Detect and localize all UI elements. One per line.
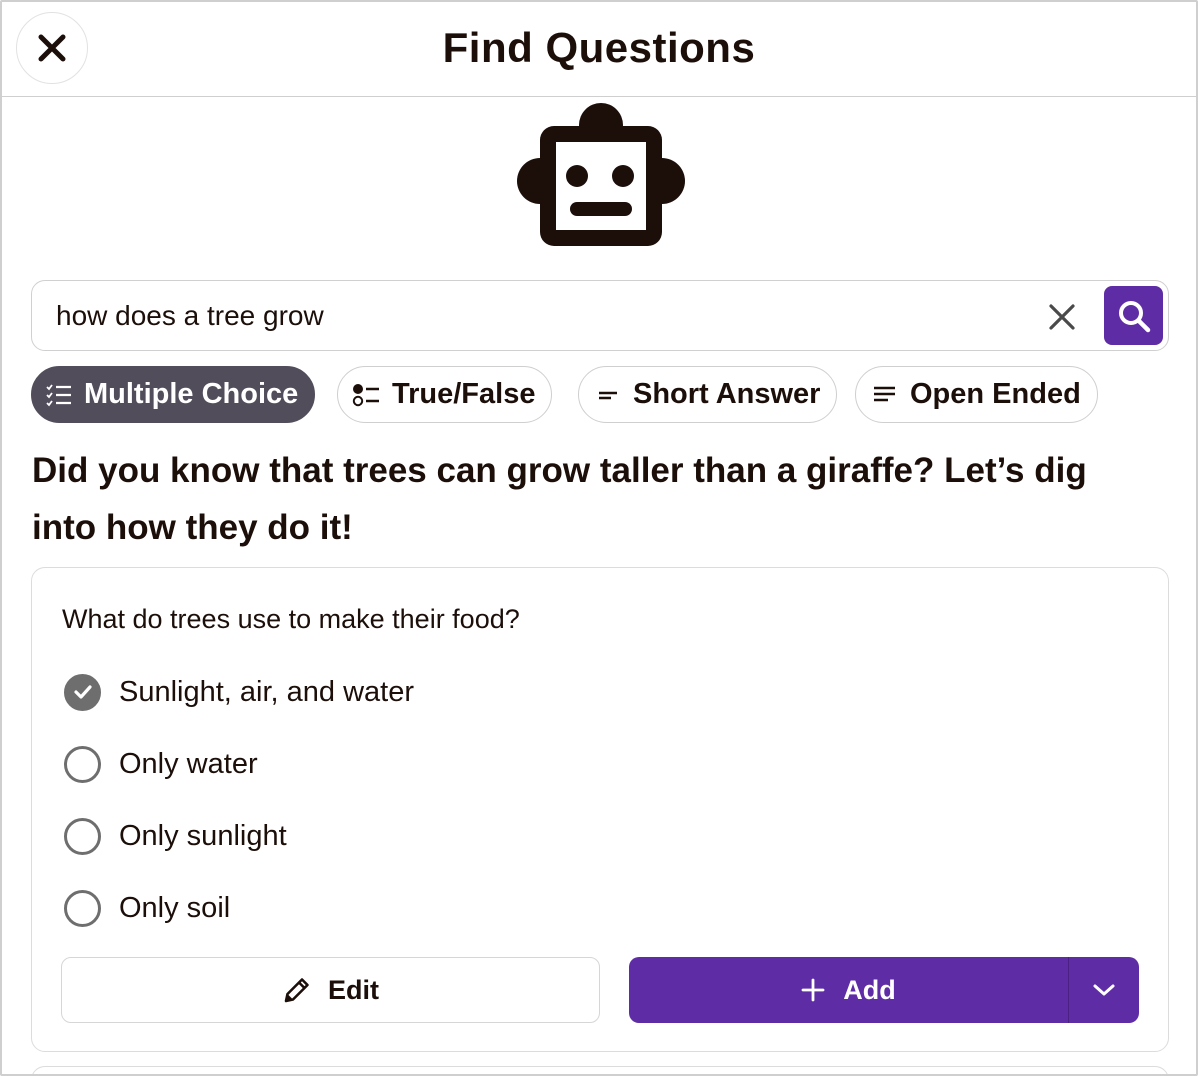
answer-option[interactable]: Only sunlight [64,816,287,856]
check-icon [64,673,101,711]
pencil-icon [284,978,309,1003]
search-bar [31,280,1169,351]
plus-icon [801,978,825,1002]
search-input[interactable] [56,291,1016,341]
edit-button[interactable]: Edit [61,957,600,1023]
radio-icon [64,745,101,783]
intro-text: Did you know that trees can grow taller … [32,451,1087,547]
filter-label: Open Ended [910,378,1081,410]
short-lines-icon [599,391,617,399]
filter-true-false[interactable]: True/False [337,366,553,423]
answer-label: Only soil [119,891,231,924]
filter-multiple-choice[interactable]: Multiple Choice [31,366,316,423]
radio-icon [64,817,101,855]
add-options-dropdown[interactable] [1068,957,1139,1023]
filter-short-answer[interactable]: Short Answer [578,366,838,423]
filter-label: Multiple Choice [84,378,299,410]
clear-search-button[interactable] [1042,297,1082,337]
add-label: Add [843,974,896,1005]
answer-option[interactable]: Only soil [64,888,230,928]
radio-icon [64,889,101,927]
answer-label: Only water [119,747,258,780]
answer-label: Sunlight, air, and water [119,675,415,708]
answer-label: Only sunlight [119,819,287,852]
next-question-card [31,1066,1169,1074]
checklist-icon [46,383,71,406]
robot-icon [517,103,685,246]
clear-icon [1049,304,1075,330]
add-button[interactable]: Add [629,957,1068,1023]
question-card: What do trees use to make their food? Su… [31,567,1169,1052]
edit-label: Edit [328,974,379,1005]
question-text: What do trees use to make their food? [62,604,520,634]
filter-label: True/False [392,378,536,410]
chevron-down-icon [1093,984,1115,996]
filter-open-ended[interactable]: Open Ended [855,366,1098,423]
answer-option[interactable]: Only water [64,744,258,784]
search-icon [1118,300,1150,332]
search-button[interactable] [1104,286,1163,345]
filter-label: Short Answer [633,378,821,410]
page-title: Find Questions [442,24,756,71]
long-lines-icon [874,386,895,401]
answer-option[interactable]: Sunlight, air, and water [64,672,414,712]
true-false-icon [352,383,379,406]
find-questions-panel: Find Questions Mu [0,0,1198,1076]
header: Find Questions [2,2,1196,97]
